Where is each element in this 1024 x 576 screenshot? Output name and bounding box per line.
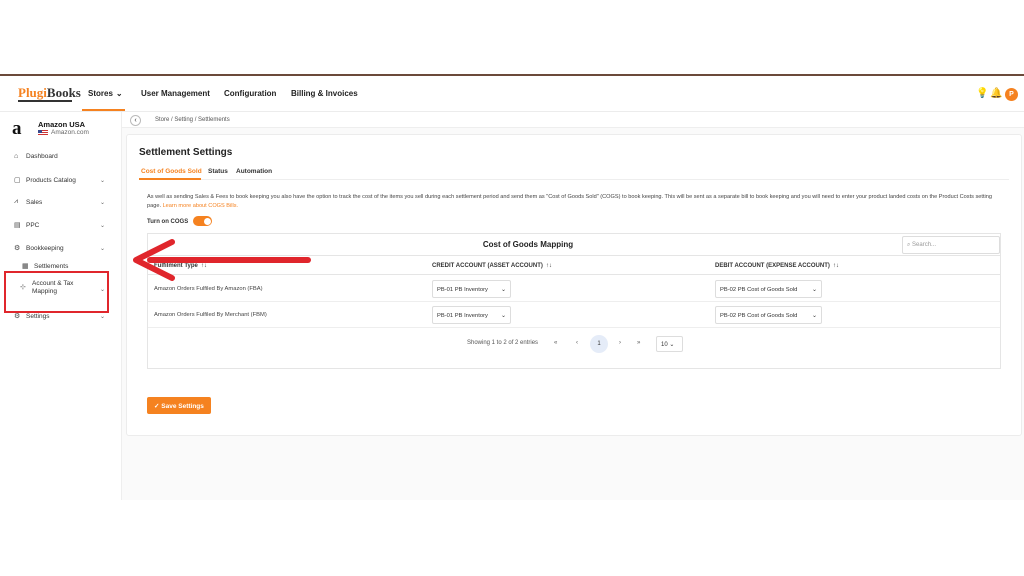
sort-icon[interactable]: ↑↓ [546, 263, 552, 269]
sidebar-item-dashboard[interactable]: ⌂ Dashboard [14, 153, 58, 160]
fulfilment-type-cell: Amazon Orders Fulfiled By Merchant (FBM) [154, 312, 267, 318]
us-flag-icon [38, 130, 48, 136]
sidebar-item-sales[interactable]: ⩘ Sales [14, 198, 42, 206]
breadcrumb: Store / Setting / Settlements [155, 117, 230, 123]
learn-more-link[interactable]: Learn more about COGS Bills. [163, 203, 239, 209]
avatar[interactable]: P [1005, 88, 1018, 101]
nav-stores[interactable]: Stores ⌄ [88, 89, 123, 98]
page-button-current[interactable]: 1 [590, 335, 608, 353]
annotation-highlight-box [4, 271, 109, 313]
store-name: Amazon USA [38, 120, 86, 129]
fulfilment-type-cell: Amazon Orders Fulfiled By Amazon (FBA) [154, 286, 263, 292]
app-logo[interactable]: PlugiBooks [18, 85, 81, 102]
tab-status[interactable]: Status [208, 168, 228, 175]
gear-icon: ⚙ [14, 245, 21, 252]
tab-cost-of-goods-sold[interactable]: Cost of Goods Sold [141, 168, 202, 175]
chevron-down-icon: ⌄ [100, 178, 106, 184]
nav-user-management[interactable]: User Management [141, 89, 210, 98]
table-icon: ▦ [22, 263, 29, 270]
active-nav-indicator [82, 109, 125, 111]
chevron-down-icon: ⌄ [669, 342, 675, 348]
tab-divider [139, 179, 1009, 180]
next-page-icon[interactable]: › [619, 340, 621, 346]
chevron-down-icon: ⌄ [811, 287, 817, 293]
catalog-icon: ▢ [14, 177, 21, 184]
column-header-fulfilment-type[interactable]: Fulfilment Type ↑↓ [154, 263, 207, 269]
chart-icon: ⩘ [14, 198, 18, 205]
sidebar-item-bookkeeping[interactable]: ⚙ Bookkeeping [14, 244, 64, 253]
first-page-icon[interactable]: « [554, 340, 557, 346]
top-navbar: PlugiBooks Stores ⌄ User Management Confi… [0, 76, 1024, 112]
chevron-down-icon: ⌄ [500, 287, 506, 293]
cogs-description: As well as sending Sales & Fees to book … [147, 194, 992, 209]
column-header-debit-account[interactable]: DEBIT ACCOUNT (EXPENSE ACCOUNT) ↑↓ [715, 263, 839, 269]
save-settings-button[interactable]: ✓ Save Settings [147, 397, 211, 414]
active-tab-indicator [139, 178, 201, 180]
credit-account-select[interactable]: PB-01 PB Inventory ⌄ [432, 306, 511, 324]
mapping-title: Cost of Goods Mapping [482, 240, 574, 249]
sidebar-item-ppc[interactable]: ▤ PPC [14, 221, 39, 230]
chevron-down-icon: ⌄ [115, 89, 123, 98]
main-content: ‹ Store / Setting / Settlements Settleme… [122, 112, 1024, 500]
bell-icon[interactable]: 🔔 [990, 88, 1002, 99]
page-size-select[interactable]: 10 ⌄ [656, 336, 683, 352]
settings-card: Settlement Settings Cost of Goods Sold S… [126, 134, 1022, 436]
debit-account-select[interactable]: PB-02 PB Cost of Goods Sold ⌄ [715, 280, 822, 298]
store-domain: Amazon.com [51, 129, 89, 136]
table-row: Amazon Orders Fulfiled By Merchant (FBM)… [148, 302, 1000, 328]
chevron-down-icon: ⌄ [100, 223, 106, 229]
check-icon: ✓ [154, 403, 160, 410]
entries-info: Showing 1 to 2 of 2 entries [467, 340, 539, 346]
sort-icon[interactable]: ↑↓ [833, 263, 839, 269]
ppc-icon: ▤ [14, 222, 21, 229]
sidebar-item-products-catalog[interactable]: ▢ Products Catalog [14, 176, 76, 185]
amazon-logo: a [12, 118, 22, 139]
chevron-down-icon: ⌄ [100, 246, 106, 252]
sidebar: a Amazon USA Amazon.com ⌂ Dashboard ▢ Prod… [0, 112, 122, 500]
lightbulb-icon[interactable]: 💡 [976, 88, 988, 99]
breadcrumb-bar: ‹ Store / Setting / Settlements [122, 112, 1024, 128]
chevron-down-icon: ⌄ [100, 314, 106, 320]
last-page-icon[interactable]: » [637, 340, 640, 346]
sort-icon[interactable]: ↑↓ [201, 263, 207, 269]
cogs-toggle[interactable] [193, 216, 212, 226]
cogs-toggle-label: Turn on COGS [147, 219, 189, 225]
chevron-down-icon: ⌄ [100, 200, 106, 206]
home-icon: ⌂ [14, 153, 19, 160]
tab-automation[interactable]: Automation [236, 168, 272, 175]
cogs-mapping-table: Cost of Goods Mapping ⌕ Search... Fulfil… [147, 233, 1001, 369]
back-arrow-icon[interactable]: ‹ [130, 115, 141, 126]
column-header-credit-account[interactable]: CREDIT ACCOUNT (ASSET ACCOUNT) ↑↓ [432, 263, 552, 269]
search-icon: ⌕ [907, 242, 911, 248]
sidebar-item-settings[interactable]: ⚙ Settings [14, 312, 50, 321]
nav-billing[interactable]: Billing & Invoices [291, 89, 358, 98]
chevron-down-icon: ⌄ [500, 313, 506, 319]
nav-configuration[interactable]: Configuration [224, 89, 276, 98]
app-window: PlugiBooks Stores ⌄ User Management Confi… [0, 76, 1024, 500]
page-title: Settlement Settings [139, 147, 233, 158]
settings-icon: ⚙ [14, 313, 21, 320]
search-input[interactable]: ⌕ Search... [902, 236, 1000, 254]
chevron-down-icon: ⌄ [811, 313, 817, 319]
credit-account-select[interactable]: PB-01 PB Inventory ⌄ [432, 280, 511, 298]
table-row: Amazon Orders Fulfiled By Amazon (FBA) P… [148, 276, 1000, 302]
table-header: Fulfilment Type ↑↓ CREDIT ACCOUNT (ASSET … [148, 255, 1000, 275]
prev-page-icon[interactable]: ‹ [576, 340, 578, 346]
debit-account-select[interactable]: PB-02 PB Cost of Goods Sold ⌄ [715, 306, 822, 324]
sidebar-item-settlements[interactable]: ▦ Settlements [22, 262, 68, 271]
